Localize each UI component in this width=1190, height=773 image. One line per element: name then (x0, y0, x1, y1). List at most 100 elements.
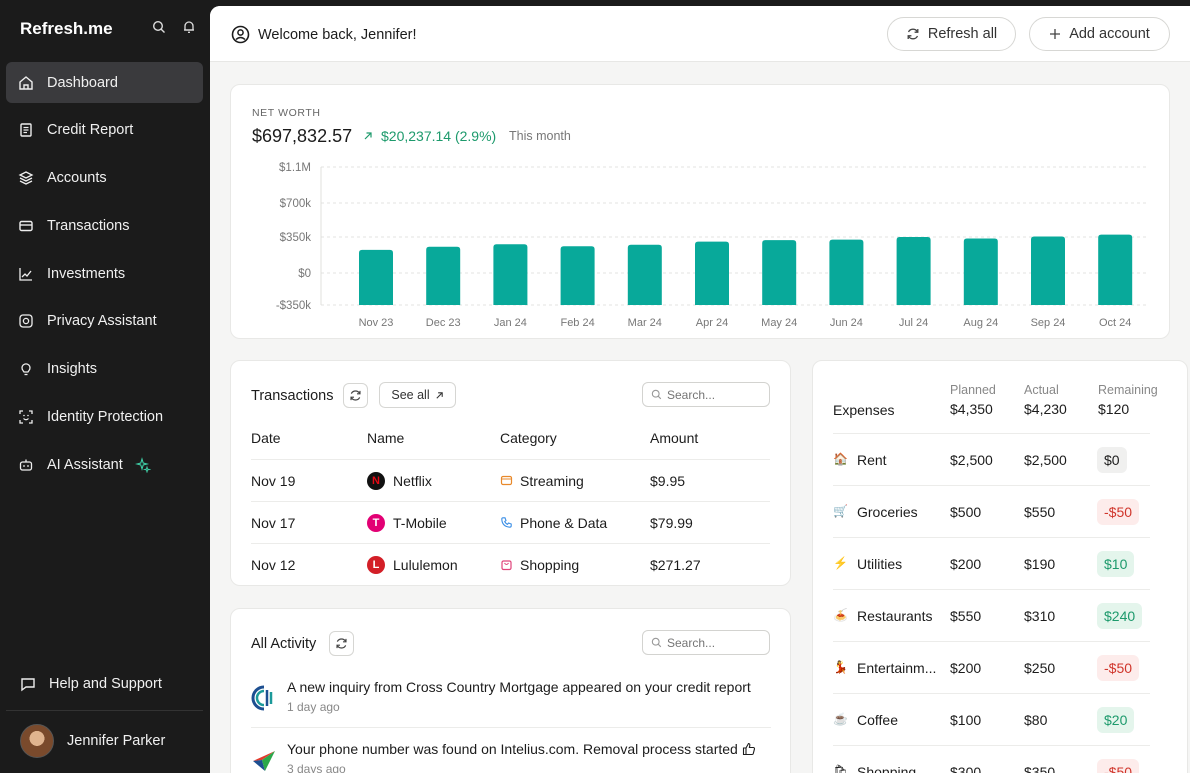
chart-bar[interactable] (829, 239, 864, 305)
app-window: Refresh.me Dashboard Credit Report Accou… (0, 0, 1190, 773)
sidebar-item-label: Investments (47, 265, 126, 282)
chart-bar[interactable] (762, 240, 797, 305)
expense-remaining-badge: $0 (1097, 447, 1127, 473)
shopping-icon: 🛍 (833, 764, 849, 773)
sidebar-item-label: Privacy Assistant (47, 313, 157, 330)
cart-icon: 🛒 (833, 504, 848, 518)
refresh-icon (349, 389, 362, 402)
expense-actual: $350 (1024, 764, 1056, 773)
expense-row[interactable]: 💃 Entertainm... $200 $250 -$50 (833, 641, 1150, 693)
expense-actual: $250 (1024, 660, 1056, 676)
user-circle-icon (231, 25, 250, 44)
transaction-category-text: Phone & Data (520, 514, 608, 531)
chart-bar[interactable] (426, 246, 461, 305)
sidebar-item-accounts[interactable]: Accounts (6, 158, 203, 199)
chart-x-tick-label: Jun 24 (830, 317, 863, 329)
chart-bar[interactable] (963, 238, 998, 305)
add-account-button[interactable]: Add account (1029, 17, 1170, 51)
sidebar-nav: Dashboard Credit Report Accounts Transac… (6, 62, 203, 492)
transaction-name-text: Lululemon (393, 556, 458, 573)
table-row[interactable]: Nov 12 L Lululemon Shopping $271.27 (251, 543, 770, 585)
sidebar-item-insights[interactable]: Insights (6, 349, 203, 390)
lightbulb-icon (16, 361, 36, 377)
transaction-category-text: Shopping (520, 556, 580, 573)
help-and-support[interactable]: Help and Support (20, 676, 162, 692)
refresh-all-button[interactable]: Refresh all (887, 17, 1016, 51)
activity-time: 3 days ago (287, 762, 346, 773)
activity-search[interactable] (642, 630, 770, 655)
table-row[interactable]: Nov 19 N Netflix Streaming $9.95 (251, 459, 770, 501)
house-icon: 🏠 (833, 452, 848, 466)
bell-icon[interactable] (182, 20, 196, 34)
brand-logo[interactable]: Refresh.me (20, 19, 113, 39)
transaction-date: Nov 17 (251, 514, 296, 531)
chart-bar[interactable] (560, 246, 595, 305)
chart-bar[interactable] (1031, 236, 1065, 305)
card-icon (16, 218, 36, 234)
expense-name: Shopping (857, 764, 917, 773)
table-row[interactable]: Nov 17 T T-Mobile Phone & Data $79.99 (251, 501, 770, 543)
report-icon (16, 122, 36, 138)
thumbs-up-icon[interactable] (742, 742, 756, 756)
transaction-date: Nov 19 (251, 472, 296, 489)
expense-row[interactable]: ⚡ Utilities $200 $190 $10 (833, 537, 1150, 589)
dancer-icon: 💃 (833, 660, 848, 674)
chart-y-tick-label: -$350k (276, 300, 311, 312)
chart-bar[interactable] (1098, 234, 1133, 305)
transactions-header-row: Date Name Category Amount (251, 417, 770, 459)
sidebar-item-credit-report[interactable]: Credit Report (6, 110, 203, 151)
sidebar-item-identity-protection[interactable]: Identity Protection (6, 397, 203, 438)
chart-y-tick-label: $1.1M (279, 162, 311, 174)
help-label: Help and Support (49, 676, 162, 692)
chart-bar[interactable] (493, 244, 528, 305)
food-icon: 🍝 (833, 608, 848, 622)
chart-bar[interactable] (627, 244, 662, 305)
chart-bar[interactable] (359, 249, 393, 305)
transactions-search[interactable] (642, 382, 770, 407)
search-icon[interactable] (152, 20, 166, 34)
welcome-message: Welcome back, Jennifer! (231, 25, 417, 44)
activity-text: A new inquiry from Cross Country Mortgag… (287, 679, 751, 695)
privacy-eye-icon (16, 313, 36, 329)
net-worth-bar-chart: $1.1M $700k $350k $0 -$350k Nov 23 Dec 23 Jan 2… (276, 162, 1149, 329)
remaining-total: $120 (1098, 401, 1130, 417)
home-icon (16, 75, 36, 91)
user-name: Jennifer Parker (67, 733, 166, 749)
chart-bar[interactable] (695, 241, 729, 305)
chart-x-tick-label: Apr 24 (696, 317, 728, 329)
expense-name: Restaurants (857, 608, 933, 624)
transaction-amount: $9.95 (650, 472, 686, 489)
transactions-title: Transactions (251, 388, 334, 404)
chart-bar[interactable] (896, 237, 931, 305)
sidebar-item-ai-assistant[interactable]: AI Assistant (6, 444, 203, 485)
activity-item[interactable]: A new inquiry from Cross Country Mortgag… (251, 679, 771, 729)
expense-row[interactable]: 🛍 Shopping $300 $350 -$50 (833, 745, 1150, 773)
expense-remaining-badge: -$50 (1097, 759, 1140, 773)
expense-row[interactable]: 🏠 Rent $2,500 $2,500 $0 (833, 433, 1150, 485)
transactions-search-input[interactable] (667, 387, 767, 402)
expense-row[interactable]: 🛒 Groceries $500 $550 -$50 (833, 485, 1150, 537)
expense-row[interactable]: 🍝 Restaurants $550 $310 $240 (833, 589, 1150, 641)
expense-actual: $190 (1024, 556, 1056, 572)
user-profile[interactable]: Jennifer Parker (20, 724, 165, 758)
expense-remaining-badge: -$50 (1097, 655, 1140, 681)
transactions-refresh-button[interactable] (343, 383, 368, 408)
expense-row[interactable]: ☕ Coffee $100 $80 $20 (833, 693, 1150, 745)
expense-name: Groceries (857, 504, 918, 520)
t-mobile-logo-icon: T (367, 513, 385, 532)
sidebar-item-privacy-assistant[interactable]: Privacy Assistant (6, 301, 203, 342)
chart-x-tick-label: May 24 (761, 317, 797, 329)
refresh-icon (906, 27, 920, 41)
sidebar-item-transactions[interactable]: Transactions (6, 205, 203, 246)
transaction-name: T T-Mobile (367, 513, 500, 532)
activity-search-input[interactable] (667, 635, 767, 650)
sidebar-item-investments[interactable]: Investments (6, 253, 203, 294)
activity-refresh-button[interactable] (329, 631, 354, 656)
transaction-name-text: T-Mobile (393, 514, 447, 531)
sidebar-item-dashboard[interactable]: Dashboard (6, 62, 203, 103)
activity-divider (251, 727, 771, 728)
sidebar-item-label: Insights (47, 361, 97, 378)
expense-planned: $100 (950, 712, 982, 728)
activity-item[interactable]: Your phone number was found on Intelius.… (251, 741, 771, 773)
see-all-button[interactable]: See all (379, 382, 456, 408)
